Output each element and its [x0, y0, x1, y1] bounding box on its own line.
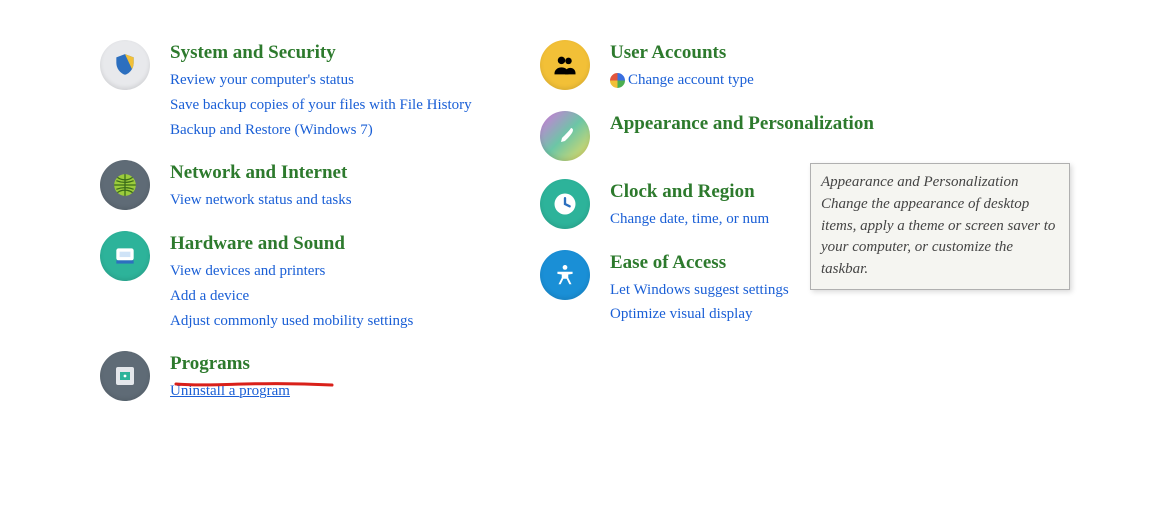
category-link[interactable]: Backup and Restore (Windows 7)	[170, 118, 472, 143]
tooltip: Appearance and Personalization Change th…	[810, 163, 1070, 290]
category-title[interactable]: Network and Internet	[170, 162, 352, 184]
category-user-accounts: User Accounts Change account type	[540, 40, 970, 93]
uac-shield-icon	[610, 73, 625, 88]
category-title[interactable]: User Accounts	[610, 42, 754, 64]
category-title[interactable]: Programs	[170, 353, 290, 375]
category-appearance: Appearance and Personalization	[540, 111, 970, 161]
category-hardware-and-sound: Hardware and Sound View devices and prin…	[100, 231, 530, 333]
category-title[interactable]: Clock and Region	[610, 181, 769, 203]
left-column: System and Security Review your computer…	[100, 40, 530, 422]
clock-region-icon	[540, 179, 590, 229]
user-accounts-icon	[540, 40, 590, 90]
category-title[interactable]: System and Security	[170, 42, 472, 64]
category-title[interactable]: Appearance and Personalization	[610, 113, 874, 135]
category-network-and-internet: Network and Internet View network status…	[100, 160, 530, 213]
category-link[interactable]: Review your computer's status	[170, 68, 472, 93]
tooltip-title: Appearance and Personalization	[821, 172, 1059, 194]
category-programs: Programs Uninstall a program	[100, 351, 530, 404]
annotation-underline	[174, 380, 334, 390]
hardware-sound-icon	[100, 231, 150, 281]
category-link[interactable]: View network status and tasks	[170, 188, 352, 213]
system-security-icon	[100, 40, 150, 90]
category-title[interactable]: Hardware and Sound	[170, 233, 413, 255]
programs-icon	[100, 351, 150, 401]
category-link[interactable]: Change account type	[628, 72, 754, 88]
category-link[interactable]: Change date, time, or num	[610, 207, 769, 232]
category-link[interactable]: Let Windows suggest settings	[610, 278, 789, 303]
category-system-and-security: System and Security Review your computer…	[100, 40, 530, 142]
category-link[interactable]: Save backup copies of your files with Fi…	[170, 93, 472, 118]
tooltip-body: Change the appearance of desktop items, …	[821, 196, 1055, 277]
category-link[interactable]: Adjust commonly used mobility settings	[170, 309, 413, 334]
category-link[interactable]: View devices and printers	[170, 259, 413, 284]
category-title[interactable]: Ease of Access	[610, 252, 789, 274]
category-link[interactable]: Add a device	[170, 284, 413, 309]
appearance-icon	[540, 111, 590, 161]
category-link[interactable]: Optimize visual display	[610, 302, 789, 327]
ease-of-access-icon	[540, 250, 590, 300]
network-internet-icon	[100, 160, 150, 210]
